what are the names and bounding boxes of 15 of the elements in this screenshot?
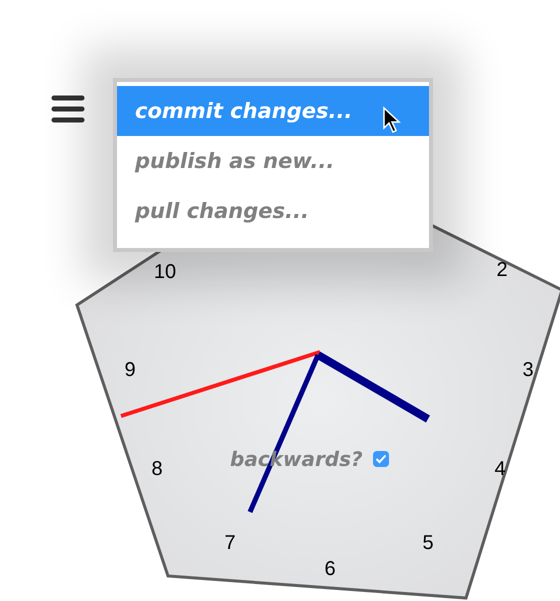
clock-numeral: 4 xyxy=(494,458,506,480)
menu-item[interactable]: pull changes... xyxy=(117,186,429,236)
menu-icon[interactable] xyxy=(51,94,85,124)
pointer-cursor-icon xyxy=(382,106,402,134)
clock-numeral: 6 xyxy=(324,558,336,580)
clock-numeral: 9 xyxy=(124,359,136,381)
clock-numeral: 7 xyxy=(224,532,236,554)
menu-item[interactable]: publish as new... xyxy=(117,136,429,186)
clock-numeral: 2 xyxy=(496,259,508,281)
clock-numeral: 3 xyxy=(522,359,534,381)
clock-numeral: 10 xyxy=(154,261,176,283)
menu-item[interactable]: commit changes... xyxy=(117,86,429,136)
clock-numeral: 5 xyxy=(422,532,434,554)
clock-numeral: 8 xyxy=(151,458,163,480)
backwards-checkbox[interactable] xyxy=(372,451,389,467)
